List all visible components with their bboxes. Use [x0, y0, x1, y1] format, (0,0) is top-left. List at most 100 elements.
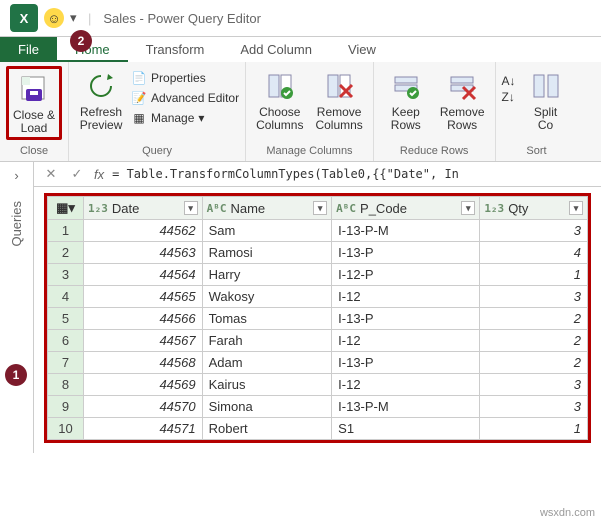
cell-pcode[interactable]: S1	[332, 418, 480, 440]
row-number[interactable]: 7	[48, 352, 84, 374]
cell-pcode[interactable]: I-12	[332, 286, 480, 308]
cell-qty[interactable]: 2	[480, 352, 588, 374]
cell-name[interactable]: Ramosi	[202, 242, 332, 264]
table-row[interactable]: 244563RamosiI-13-P4	[48, 242, 588, 264]
table-row[interactable]: 844569KairusI-123	[48, 374, 588, 396]
table-row[interactable]: 1044571RobertS11	[48, 418, 588, 440]
table-row[interactable]: 544566TomasI-13-P2	[48, 308, 588, 330]
cell-qty[interactable]: 1	[480, 418, 588, 440]
sort-asc-icon[interactable]: A↓	[502, 74, 516, 88]
row-number[interactable]: 3	[48, 264, 84, 286]
cell-name[interactable]: Harry	[202, 264, 332, 286]
column-header-date[interactable]: 1₂3Date▾	[84, 197, 203, 220]
accept-formula-icon[interactable]: ✓	[68, 166, 86, 182]
cell-pcode[interactable]: I-12	[332, 330, 480, 352]
cell-qty[interactable]: 3	[480, 220, 588, 242]
advanced-editor-button[interactable]: 📝Advanced Editor	[131, 90, 239, 106]
cell-name[interactable]: Wakosy	[202, 286, 332, 308]
preview-table[interactable]: ▦▾1₂3Date▾AᴮCName▾AᴮCP_Code▾1₂3Qty▾ 1445…	[47, 196, 588, 440]
cell-name[interactable]: Robert	[202, 418, 332, 440]
expand-queries-icon[interactable]: ›	[14, 168, 18, 183]
filter-dropdown-icon[interactable]: ▾	[569, 201, 583, 215]
cell-name[interactable]: Farah	[202, 330, 332, 352]
ribbon: Close & Load Close Refresh Preview 📄Prop…	[0, 62, 601, 162]
cell-date[interactable]: 44564	[84, 264, 203, 286]
cell-pcode[interactable]: I-13-P-M	[332, 220, 480, 242]
row-number[interactable]: 4	[48, 286, 84, 308]
queries-label[interactable]: Queries	[9, 201, 24, 247]
cell-date[interactable]: 44562	[84, 220, 203, 242]
filter-dropdown-icon[interactable]: ▾	[461, 201, 475, 215]
cell-qty[interactable]: 2	[480, 308, 588, 330]
keep-rows-label: Keep Rows	[391, 106, 421, 132]
fx-icon[interactable]: fx	[94, 167, 104, 182]
properties-button[interactable]: 📄Properties	[131, 70, 239, 86]
row-number[interactable]: 2	[48, 242, 84, 264]
table-row[interactable]: 344564HarryI-12-P1	[48, 264, 588, 286]
column-header-name[interactable]: AᴮCName▾	[202, 197, 332, 220]
cell-date[interactable]: 44563	[84, 242, 203, 264]
column-header-qty[interactable]: 1₂3Qty▾	[480, 197, 588, 220]
cell-date[interactable]: 44570	[84, 396, 203, 418]
smiley-icon[interactable]: ☺	[44, 8, 64, 28]
cell-qty[interactable]: 1	[480, 264, 588, 286]
refresh-preview-button[interactable]: Refresh Preview	[75, 66, 127, 134]
row-number[interactable]: 10	[48, 418, 84, 440]
cell-qty[interactable]: 3	[480, 374, 588, 396]
split-column-button[interactable]: Split Co	[520, 66, 572, 134]
keep-rows-button[interactable]: Keep Rows	[380, 66, 432, 134]
cell-date[interactable]: 44569	[84, 374, 203, 396]
close-and-load-button[interactable]: Close & Load	[6, 66, 62, 140]
filter-dropdown-icon[interactable]: ▾	[313, 201, 327, 215]
table-row[interactable]: 644567FarahI-122	[48, 330, 588, 352]
qat-dropdown-icon[interactable]: ▾	[70, 10, 82, 26]
cell-name[interactable]: Adam	[202, 352, 332, 374]
cell-pcode[interactable]: I-12	[332, 374, 480, 396]
filter-dropdown-icon[interactable]: ▾	[184, 201, 198, 215]
cell-date[interactable]: 44565	[84, 286, 203, 308]
cancel-formula-icon[interactable]: ✕	[42, 166, 60, 182]
cell-date[interactable]: 44567	[84, 330, 203, 352]
tab-transform[interactable]: Transform	[128, 37, 223, 62]
cell-pcode[interactable]: I-12-P	[332, 264, 480, 286]
formula-bar: ✕ ✓ fx = Table.TransformColumnTypes(Tabl…	[34, 162, 601, 187]
row-number[interactable]: 5	[48, 308, 84, 330]
cell-date[interactable]: 44571	[84, 418, 203, 440]
tab-home[interactable]: Home	[57, 37, 128, 62]
row-number[interactable]: 9	[48, 396, 84, 418]
table-row[interactable]: 744568AdamI-13-P2	[48, 352, 588, 374]
advanced-editor-label: Advanced Editor	[151, 91, 239, 105]
column-header-p_code[interactable]: AᴮCP_Code▾	[332, 197, 480, 220]
cell-date[interactable]: 44568	[84, 352, 203, 374]
remove-columns-button[interactable]: Remove Columns	[311, 66, 366, 134]
table-corner-icon[interactable]: ▦▾	[56, 200, 75, 216]
cell-pcode[interactable]: I-13-P	[332, 308, 480, 330]
cell-name[interactable]: Kairus	[202, 374, 332, 396]
choose-columns-button[interactable]: Choose Columns	[252, 66, 307, 134]
sort-desc-icon[interactable]: Z↓	[502, 90, 516, 104]
cell-pcode[interactable]: I-13-P	[332, 352, 480, 374]
row-number[interactable]: 1	[48, 220, 84, 242]
cell-name[interactable]: Sam	[202, 220, 332, 242]
table-row[interactable]: 444565WakosyI-123	[48, 286, 588, 308]
row-number[interactable]: 8	[48, 374, 84, 396]
remove-rows-button[interactable]: Remove Rows	[436, 66, 489, 134]
tab-view[interactable]: View	[330, 37, 394, 62]
cell-pcode[interactable]: I-13-P	[332, 242, 480, 264]
table-row[interactable]: 144562SamI-13-P-M3	[48, 220, 588, 242]
tab-file[interactable]: File	[0, 37, 57, 62]
manage-button[interactable]: ▦Manage ▾	[131, 110, 239, 126]
cell-date[interactable]: 44566	[84, 308, 203, 330]
cell-qty[interactable]: 3	[480, 396, 588, 418]
cell-qty[interactable]: 4	[480, 242, 588, 264]
type-icon: AᴮC	[336, 202, 356, 215]
table-row[interactable]: 944570SimonaI-13-P-M3	[48, 396, 588, 418]
cell-pcode[interactable]: I-13-P-M	[332, 396, 480, 418]
cell-name[interactable]: Tomas	[202, 308, 332, 330]
row-number[interactable]: 6	[48, 330, 84, 352]
cell-qty[interactable]: 2	[480, 330, 588, 352]
tab-add-column[interactable]: Add Column	[222, 37, 330, 62]
cell-name[interactable]: Simona	[202, 396, 332, 418]
formula-text[interactable]: = Table.TransformColumnTypes(Table0,{{"D…	[112, 167, 593, 181]
cell-qty[interactable]: 3	[480, 286, 588, 308]
